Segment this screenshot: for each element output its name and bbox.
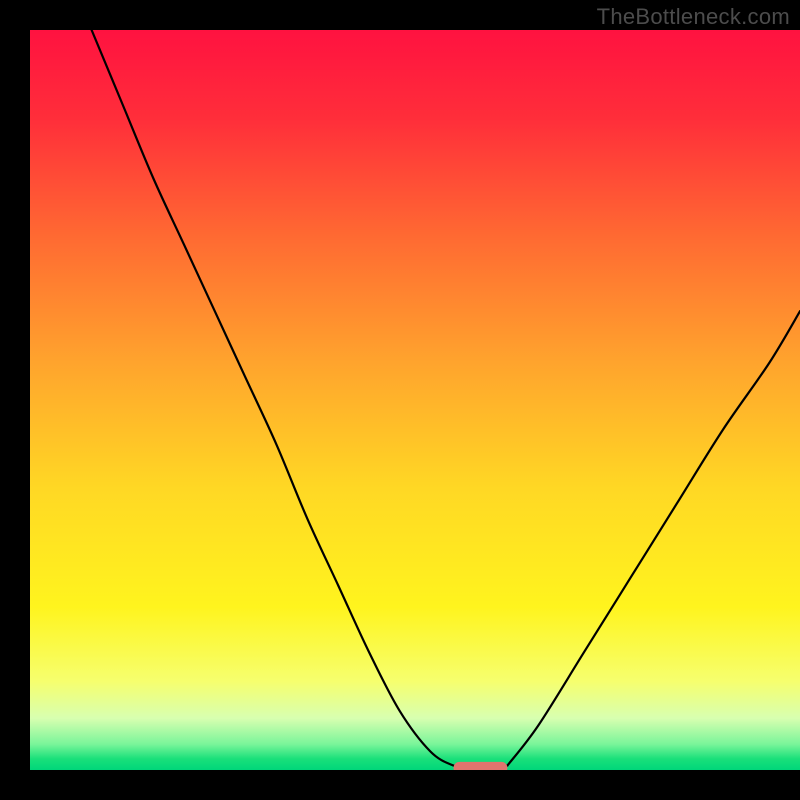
marker-group [454,762,508,774]
watermark-text: TheBottleneck.com [597,4,790,30]
figure-container: TheBottleneck.com [0,0,800,800]
optimal-region [454,762,508,774]
chart-svg [0,0,800,800]
plot-background [30,30,800,770]
